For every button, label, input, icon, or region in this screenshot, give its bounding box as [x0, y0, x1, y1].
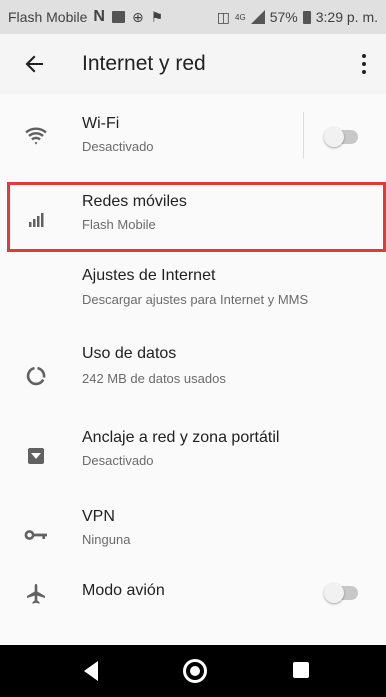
arrow-back-icon [25, 55, 43, 73]
nfc-icon: N [93, 8, 105, 25]
battery-icon [302, 10, 311, 24]
vpn-status: Ninguna [82, 532, 131, 547]
wifi-title: Wi-Fi [82, 115, 120, 132]
divider [303, 112, 304, 158]
list-item-vpn[interactable]: VPN Ninguna [0, 505, 386, 565]
hotspot-icon [22, 442, 50, 470]
list-item-data-usage[interactable]: Uso de datos 242 MB de datos usados [0, 342, 386, 406]
list-item-internet-settings[interactable]: Ajustes de Internet Descargar ajustes pa… [0, 264, 386, 328]
tethering-title: Anclaje a red y zona portátil [82, 429, 280, 446]
list-item-wifi[interactable]: Wi-Fi Desactivado [0, 108, 386, 168]
nav-back-icon[interactable] [84, 661, 98, 681]
internet-settings-title: Ajustes de Internet [82, 267, 216, 284]
clock: 3:29 p. m. [315, 9, 378, 25]
list-item-tethering[interactable]: Anclaje a red y zona portátil Desactivad… [0, 426, 386, 490]
vpn-title: VPN [82, 508, 115, 525]
page-title: Internet y red [82, 52, 206, 75]
back-button[interactable] [0, 34, 70, 94]
more-vert-icon [362, 54, 366, 58]
navigation-bar [0, 645, 386, 697]
carrier-name: Flash Mobile [8, 9, 88, 25]
status-bar: Flash Mobile N ⊕ ⚑ ◫ 4G 57% 3:29 p. m. [0, 0, 386, 34]
wifi-status: Desactivado [82, 139, 154, 154]
app-bar: Internet y red [0, 34, 386, 94]
image-notification-icon [111, 11, 125, 23]
vibrate-icon: ◫ [216, 8, 231, 25]
list-item-airplane-mode[interactable]: Modo avión [0, 570, 386, 618]
nav-home-icon[interactable] [183, 659, 207, 683]
data-usage-icon [22, 362, 50, 390]
battery-percentage: 57% [269, 9, 298, 25]
notification-icons: N ⊕ ⚑ [93, 8, 163, 26]
data-usage-amount: 242 MB de datos usados [82, 371, 226, 386]
internet-settings-description: Descargar ajustes para Internet y MMS [82, 292, 309, 307]
airplane-icon [22, 580, 50, 608]
network-type-badge: 4G [235, 12, 246, 22]
more-options-button[interactable] [354, 48, 374, 80]
airplane-mode-title: Modo avión [82, 582, 165, 599]
airplane-mode-toggle[interactable] [324, 583, 358, 603]
data-usage-title: Uso de datos [82, 345, 177, 362]
wifi-toggle[interactable] [324, 127, 358, 147]
tethering-status: Desactivado [82, 453, 154, 468]
cell-signal-icon [250, 10, 265, 24]
flag-icon: ⚑ [150, 8, 164, 25]
vpn-key-icon [22, 521, 50, 549]
highlight-box [7, 182, 386, 252]
nav-recents-icon[interactable] [293, 662, 309, 678]
system-icons: ◫ 4G 57% 3:29 p. m. [217, 9, 378, 26]
globe-icon: ⊕ [131, 8, 144, 25]
wifi-icon [22, 122, 50, 150]
